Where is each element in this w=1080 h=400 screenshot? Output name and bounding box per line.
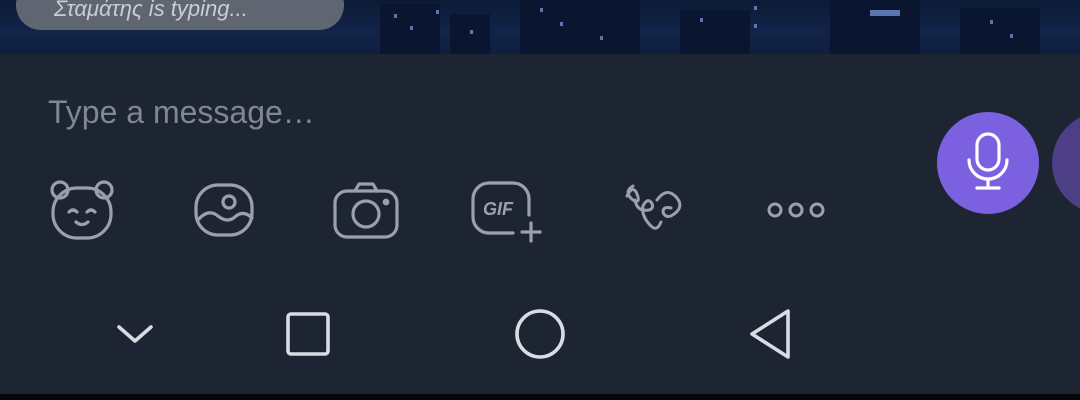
camera-button[interactable]: [330, 174, 402, 246]
gif-button[interactable]: GIF: [469, 174, 547, 246]
home-button[interactable]: [510, 306, 570, 366]
message-composer: GIF: [0, 54, 1080, 284]
more-button[interactable]: [760, 174, 832, 246]
hide-keyboard-button[interactable]: [105, 306, 165, 366]
typing-indicator: Σταμάτης is typing...: [16, 0, 344, 30]
doodle-icon: [621, 180, 687, 240]
chat-screen: Σταμάτης is typing... Type a message… GI…: [0, 0, 1080, 400]
chat-wallpaper: Σταμάτης is typing...: [0, 0, 1080, 54]
screen-bottom-edge: [0, 394, 1080, 400]
doodle-button[interactable]: [618, 174, 690, 246]
gif-add-icon: GIF: [469, 177, 547, 243]
voice-record-button[interactable]: [937, 112, 1039, 214]
gallery-button[interactable]: [188, 174, 260, 246]
send-button[interactable]: [1052, 112, 1080, 214]
more-icon: [764, 200, 828, 220]
chevron-down-icon: [113, 321, 157, 352]
back-button[interactable]: [740, 306, 800, 366]
camera-icon: [331, 179, 401, 241]
system-navigation-bar: [0, 284, 1080, 394]
typing-indicator-text: Σταμάτης is typing...: [54, 0, 248, 21]
recent-apps-button[interactable]: [278, 306, 338, 366]
svg-text:GIF: GIF: [483, 199, 514, 219]
gallery-icon: [191, 180, 257, 240]
sticker-bear-icon: [47, 178, 117, 242]
back-icon: [746, 307, 794, 366]
home-icon: [513, 307, 567, 366]
microphone-icon: [963, 130, 1013, 197]
sticker-button[interactable]: [46, 174, 118, 246]
recent-apps-icon: [284, 310, 332, 363]
message-input[interactable]: [48, 88, 908, 136]
